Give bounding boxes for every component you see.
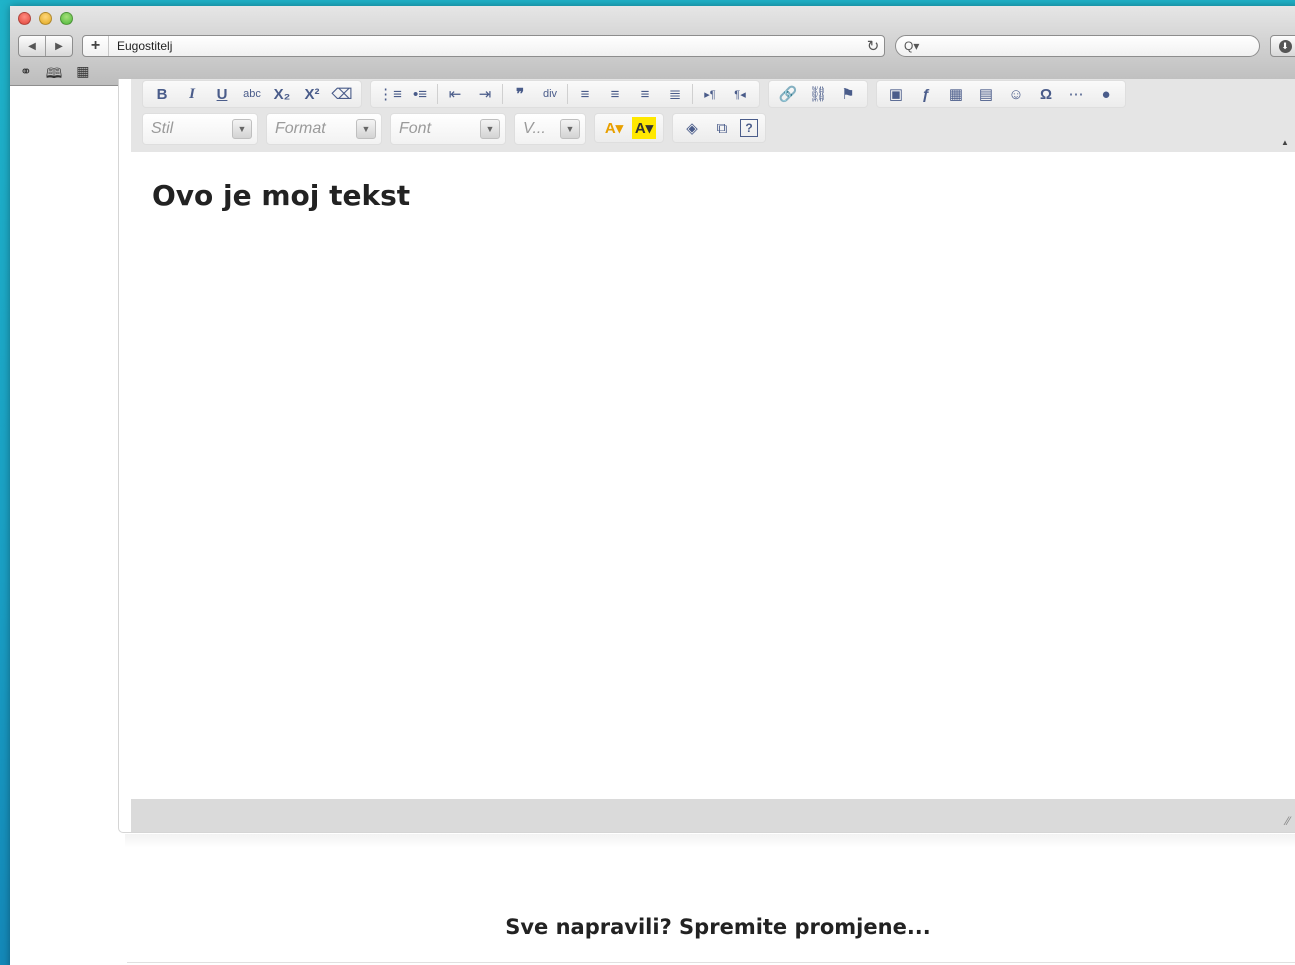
downloads-icon: ⬇: [1278, 39, 1292, 53]
bulleted-list-button[interactable]: •≡: [408, 83, 432, 105]
add-bookmark-button[interactable]: +: [83, 36, 109, 56]
align-justify-button[interactable]: ≣: [663, 83, 687, 105]
iframe-button[interactable]: ●: [1094, 83, 1118, 105]
table-button[interactable]: ▦: [944, 83, 968, 105]
forward-button[interactable]: ▶: [46, 36, 72, 56]
smiley-button[interactable]: ☺: [1004, 83, 1028, 105]
toolbar-separator: [567, 84, 568, 104]
image-button[interactable]: ▣: [884, 83, 908, 105]
special-char-button[interactable]: Ω: [1034, 83, 1058, 105]
editor-content-area[interactable]: Ovo je moj tekst: [131, 152, 1295, 799]
reading-list-icon[interactable]: ⚭: [20, 63, 32, 87]
browser-toolbar: ◀ ▶ + Eugostitelj ↻ Q▾ ⬇ ⚭ 🕮 ▦: [10, 6, 1295, 86]
format-select[interactable]: Format ▼: [266, 113, 382, 145]
history-buttons: ◀ ▶: [18, 35, 73, 57]
toolbar-separator: [692, 84, 693, 104]
link-icon-button[interactable]: 🔗: [776, 83, 800, 105]
address-bar[interactable]: + Eugostitelj ↻: [82, 35, 885, 57]
show-blocks-icon[interactable]: ⧉: [710, 117, 734, 139]
text-color-button[interactable]: A▾: [602, 117, 626, 139]
anchor-flag-button[interactable]: ⚑: [836, 83, 860, 105]
flash-button[interactable]: ƒ: [914, 83, 938, 105]
bold-button[interactable]: B: [150, 83, 174, 105]
reload-icon[interactable]: ↻: [862, 37, 884, 55]
remove-format-button[interactable]: ⌫: [330, 83, 354, 105]
underline-button[interactable]: U: [210, 83, 234, 105]
top-sites-icon[interactable]: ▦: [76, 63, 89, 87]
toolbar-row-2: Stil ▼ Format ▼ Font ▼ V... ▼ A▾ A▾ ◈ ⧉?: [142, 113, 766, 145]
book-icon[interactable]: 🕮: [46, 63, 63, 87]
italic-button[interactable]: I: [180, 83, 204, 105]
align-left-button[interactable]: ≡: [573, 83, 597, 105]
tools-group: ◈ ⧉?: [672, 113, 766, 143]
numbered-list-button[interactable]: ⋮≡: [378, 83, 402, 105]
toolbar-separator: [502, 84, 503, 104]
outdent-button[interactable]: ⇤: [443, 83, 467, 105]
select-label: Font: [399, 120, 432, 137]
strikethrough-button[interactable]: abc: [240, 83, 264, 105]
bookmarks-bar: ⚭ 🕮 ▦: [20, 63, 89, 87]
toolbar-separator: [437, 84, 438, 104]
search-field[interactable]: Q▾: [895, 35, 1260, 57]
search-icon: Q▾: [904, 39, 920, 53]
back-button[interactable]: ◀: [19, 36, 46, 56]
url-text[interactable]: Eugostitelj: [109, 39, 862, 53]
align-right-button[interactable]: ≡: [633, 83, 657, 105]
rtl-button[interactable]: ¶◂: [728, 83, 752, 105]
align-center-button[interactable]: ≡: [603, 83, 627, 105]
toolbar-group: ⋮≡ •≡ ⇤ ⇥ ❞ div ≡ ≡ ≡ ≣ ▸¶ ¶◂: [370, 80, 760, 108]
editor-toolbar: B I Uabc X₂ X² ⌫ ⋮≡ •≡ ⇤ ⇥ ❞ div ≡ ≡ ≡ ≣ ▸¶ ¶◂ 🔗 ⛓ ⚑ ▣ ƒ ▦ ▤ ☺ Ω ⋯ ●…: [131, 79, 1295, 152]
style-select[interactable]: Stil ▼: [142, 113, 258, 145]
blockquote-button[interactable]: ❞: [508, 83, 532, 105]
subscript-button[interactable]: X₂: [270, 83, 294, 105]
select-label: Stil: [151, 120, 174, 137]
select-label: Format: [275, 120, 326, 137]
minimize-window-button[interactable]: [39, 12, 52, 25]
chevron-down-icon[interactable]: ▼: [560, 119, 580, 139]
content-heading[interactable]: Ovo je moj tekst: [152, 179, 410, 212]
background-color-button[interactable]: A▾: [632, 117, 656, 139]
editor-status-bar: ⁄⁄: [131, 799, 1295, 832]
toolbar-row-1: B I Uabc X₂ X² ⌫ ⋮≡ •≡ ⇤ ⇥ ❞ div ≡ ≡ ≡ ≣ ▸¶ ¶◂ 🔗 ⛓ ⚑ ▣ ƒ ▦ ▤ ☺ Ω ⋯ ●: [142, 80, 1126, 108]
downloads-button[interactable]: ⬇: [1270, 35, 1295, 57]
toolbar-group: ▣ ƒ ▦ ▤ ☺ Ω ⋯ ●: [876, 80, 1126, 108]
superscript-button[interactable]: X²: [300, 83, 324, 105]
chevron-down-icon[interactable]: ▼: [356, 119, 376, 139]
horizontal-rule-button[interactable]: ▤: [974, 83, 998, 105]
ltr-button[interactable]: ▸¶: [698, 83, 722, 105]
window-controls: [18, 12, 73, 25]
create-div-button[interactable]: div: [538, 83, 562, 105]
save-message: Sve napravili? Spremite promjene...: [505, 915, 931, 939]
help-icon[interactable]: ?: [740, 119, 758, 137]
color-group: A▾ A▾: [594, 113, 664, 143]
zoom-window-button[interactable]: [60, 12, 73, 25]
chevron-down-icon[interactable]: ▼: [480, 119, 500, 139]
collapse-toolbar-icon[interactable]: ▲: [1281, 138, 1289, 147]
close-window-button[interactable]: [18, 12, 31, 25]
editor-shadow: [125, 834, 1295, 848]
toolbar-group: B I Uabc X₂ X² ⌫: [142, 80, 362, 108]
font-select[interactable]: Font ▼: [390, 113, 506, 145]
toolbar-group: 🔗 ⛓ ⚑: [768, 80, 868, 108]
divider: [127, 962, 1295, 963]
select-label: V...: [523, 120, 546, 137]
unlink-button[interactable]: ⛓: [806, 83, 830, 105]
size-select[interactable]: V... ▼: [514, 113, 586, 145]
page-break-button[interactable]: ⋯: [1064, 83, 1088, 105]
chevron-down-icon[interactable]: ▼: [232, 119, 252, 139]
indent-button[interactable]: ⇥: [473, 83, 497, 105]
resize-handle-icon[interactable]: ⁄⁄: [1286, 814, 1290, 828]
maximize-icon[interactable]: ◈: [680, 117, 704, 139]
